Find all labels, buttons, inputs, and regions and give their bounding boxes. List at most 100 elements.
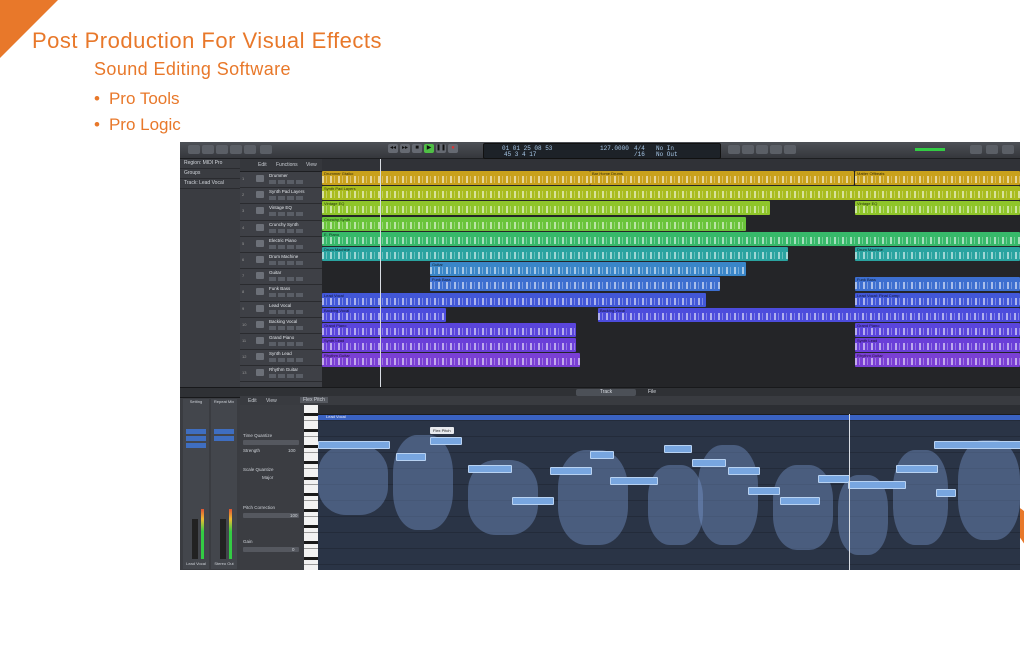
track-name[interactable]: Drum Machine: [269, 254, 298, 259]
strength-value[interactable]: 100: [288, 448, 296, 453]
inspector-region-row[interactable]: Region: MIDI Pro: [180, 159, 240, 169]
notepad-button[interactable]: [970, 145, 982, 154]
functions-menu[interactable]: Functions: [276, 162, 298, 168]
region-funkbass[interactable]: Funk Bass: [430, 277, 720, 292]
track-name[interactable]: Electric Piano: [269, 238, 297, 243]
track-name[interactable]: Crunchy Synth: [269, 222, 299, 227]
playhead[interactable]: [380, 159, 381, 387]
plugin-slot[interactable]: [186, 443, 206, 448]
pitch-note[interactable]: [728, 467, 760, 475]
editor-region-bar[interactable]: Lead Vocal: [318, 414, 1020, 420]
track-header-row[interactable]: 1 Drummer: [240, 172, 322, 189]
region-backing-b[interactable]: Backing Vocal: [598, 307, 1020, 322]
plugin-slot[interactable]: [186, 429, 206, 434]
view-menu[interactable]: View: [306, 162, 317, 168]
pitch-note[interactable]: [396, 453, 426, 461]
editors-button[interactable]: [260, 145, 272, 154]
forward-icon[interactable]: ▸▸: [400, 144, 410, 153]
region-vintage[interactable]: Vintage EQ: [322, 201, 770, 216]
pitch-note[interactable]: [512, 497, 554, 505]
region-vintage[interactable]: Vintage EQ: [855, 201, 1020, 216]
rewind-icon[interactable]: ◂◂: [388, 144, 398, 153]
region-rhythmguitar[interactable]: Rhythm Guitar: [322, 353, 580, 368]
pitch-note[interactable]: [318, 441, 390, 449]
pitch-note[interactable]: [550, 467, 592, 475]
track-mute-solo-buttons[interactable]: [269, 277, 305, 282]
volume-fader[interactable]: [192, 519, 198, 559]
time-quantize-select[interactable]: [243, 440, 299, 445]
track-name[interactable]: Guitar: [269, 270, 281, 275]
track-name[interactable]: Synth Pad Layers: [269, 189, 305, 194]
track-header-row[interactable]: 12 Synth Lead: [240, 350, 322, 367]
track-mute-solo-buttons[interactable]: [269, 212, 305, 217]
track-name[interactable]: Rhythm Guitar: [269, 367, 298, 372]
pitch-note[interactable]: [468, 465, 512, 473]
track-header-row[interactable]: 10 Backing Vocal: [240, 318, 322, 334]
pitch-note[interactable]: [936, 489, 956, 497]
plugin-slot[interactable]: [214, 436, 234, 441]
track-mute-solo-buttons[interactable]: [269, 374, 305, 379]
region-grandpiano[interactable]: Grand Piano: [855, 323, 1020, 337]
solo-button[interactable]: [756, 145, 768, 154]
editor-ruler[interactable]: [318, 405, 1020, 415]
inspector-button[interactable]: [202, 145, 214, 154]
track-mute-solo-buttons[interactable]: [269, 228, 305, 233]
library-button[interactable]: [188, 145, 200, 154]
track-name[interactable]: Funk Bass: [269, 286, 290, 291]
inspector-groups-row[interactable]: Groups: [180, 169, 240, 179]
cycle-button[interactable]: [728, 145, 740, 154]
region-leadvocal-comp[interactable]: Lead Vocal: Final Comp: [855, 292, 1020, 307]
count-in-button[interactable]: [770, 145, 782, 154]
region-synthpad[interactable]: Synth Pad Layers: [322, 186, 1020, 201]
mixer-button[interactable]: [244, 145, 256, 154]
track-header-row[interactable]: 4 Crunchy Synth: [240, 221, 322, 237]
region-drummer-b[interactable]: Bar Home Drums: [590, 171, 854, 185]
metronome-button[interactable]: [784, 145, 796, 154]
pitch-note[interactable]: [430, 437, 462, 445]
tuner-button[interactable]: [742, 145, 754, 154]
gain-slider[interactable]: [243, 547, 299, 552]
track-header-row[interactable]: 3 Vintage EQ: [240, 204, 322, 221]
tracks-area[interactable]: Drummer Gtaiko Bar Home Drums Matter Offbe…: [322, 159, 1020, 387]
editor-edit-menu[interactable]: Edit: [248, 398, 257, 404]
track-header-row[interactable]: 6 Drum Machine: [240, 253, 322, 270]
pitch-note[interactable]: [610, 477, 658, 485]
flex-mode-select[interactable]: Flex Pitch: [300, 397, 328, 403]
pitch-note[interactable]: [896, 465, 938, 473]
track-mute-solo-buttons[interactable]: [269, 244, 305, 249]
region-drummer-c[interactable]: Matter Offbeats: [855, 171, 1020, 185]
master-volume-slider[interactable]: [915, 148, 945, 151]
pitch-note[interactable]: [818, 475, 850, 483]
track-header-row[interactable]: 11 Grand Piano: [240, 334, 322, 351]
track-mute-solo-buttons[interactable]: [269, 325, 305, 330]
track-header-row[interactable]: 8 Funk Bass: [240, 285, 322, 302]
inspector-track-row[interactable]: Track: Lead Vocal: [180, 179, 240, 189]
pitch-note[interactable]: [664, 445, 692, 453]
pitch-note[interactable]: [934, 441, 1020, 449]
pitch-note[interactable]: [848, 481, 906, 489]
track-mute-solo-buttons[interactable]: [269, 309, 305, 314]
region-epiano[interactable]: E. Piano: [322, 231, 1020, 246]
track-mute-solo-buttons[interactable]: [269, 341, 305, 346]
pitch-note[interactable]: [590, 451, 614, 459]
editor-playhead[interactable]: [849, 414, 850, 570]
browser-button[interactable]: [1002, 145, 1014, 154]
tab-file[interactable]: File: [622, 389, 682, 396]
track-header-row[interactable]: 7 Guitar: [240, 269, 322, 286]
track-name[interactable]: Drummer: [269, 173, 288, 178]
region-crunchy[interactable]: Crunchy Synth: [322, 216, 746, 231]
edit-menu[interactable]: Edit: [258, 162, 267, 168]
track-name[interactable]: Synth Lead: [269, 351, 292, 356]
region-guitar[interactable]: Guitar: [430, 262, 746, 277]
track-name[interactable]: Lead Vocal: [269, 303, 291, 308]
region-backing-a[interactable]: Backing Vocal: [322, 307, 446, 322]
piano-keyboard[interactable]: [304, 405, 318, 570]
track-header-row[interactable]: 2 Synth Pad Layers: [240, 188, 322, 205]
region-rhythmguitar[interactable]: Rhythm Guitar: [855, 353, 1020, 368]
editor-view-menu[interactable]: View: [266, 398, 277, 404]
stop-icon[interactable]: ■: [412, 144, 422, 153]
region-drummachine[interactable]: Drum Machine: [322, 247, 788, 261]
track-mute-solo-buttons[interactable]: [269, 260, 305, 265]
pitch-note[interactable]: [748, 487, 780, 495]
scale-select[interactable]: Major: [262, 475, 273, 480]
